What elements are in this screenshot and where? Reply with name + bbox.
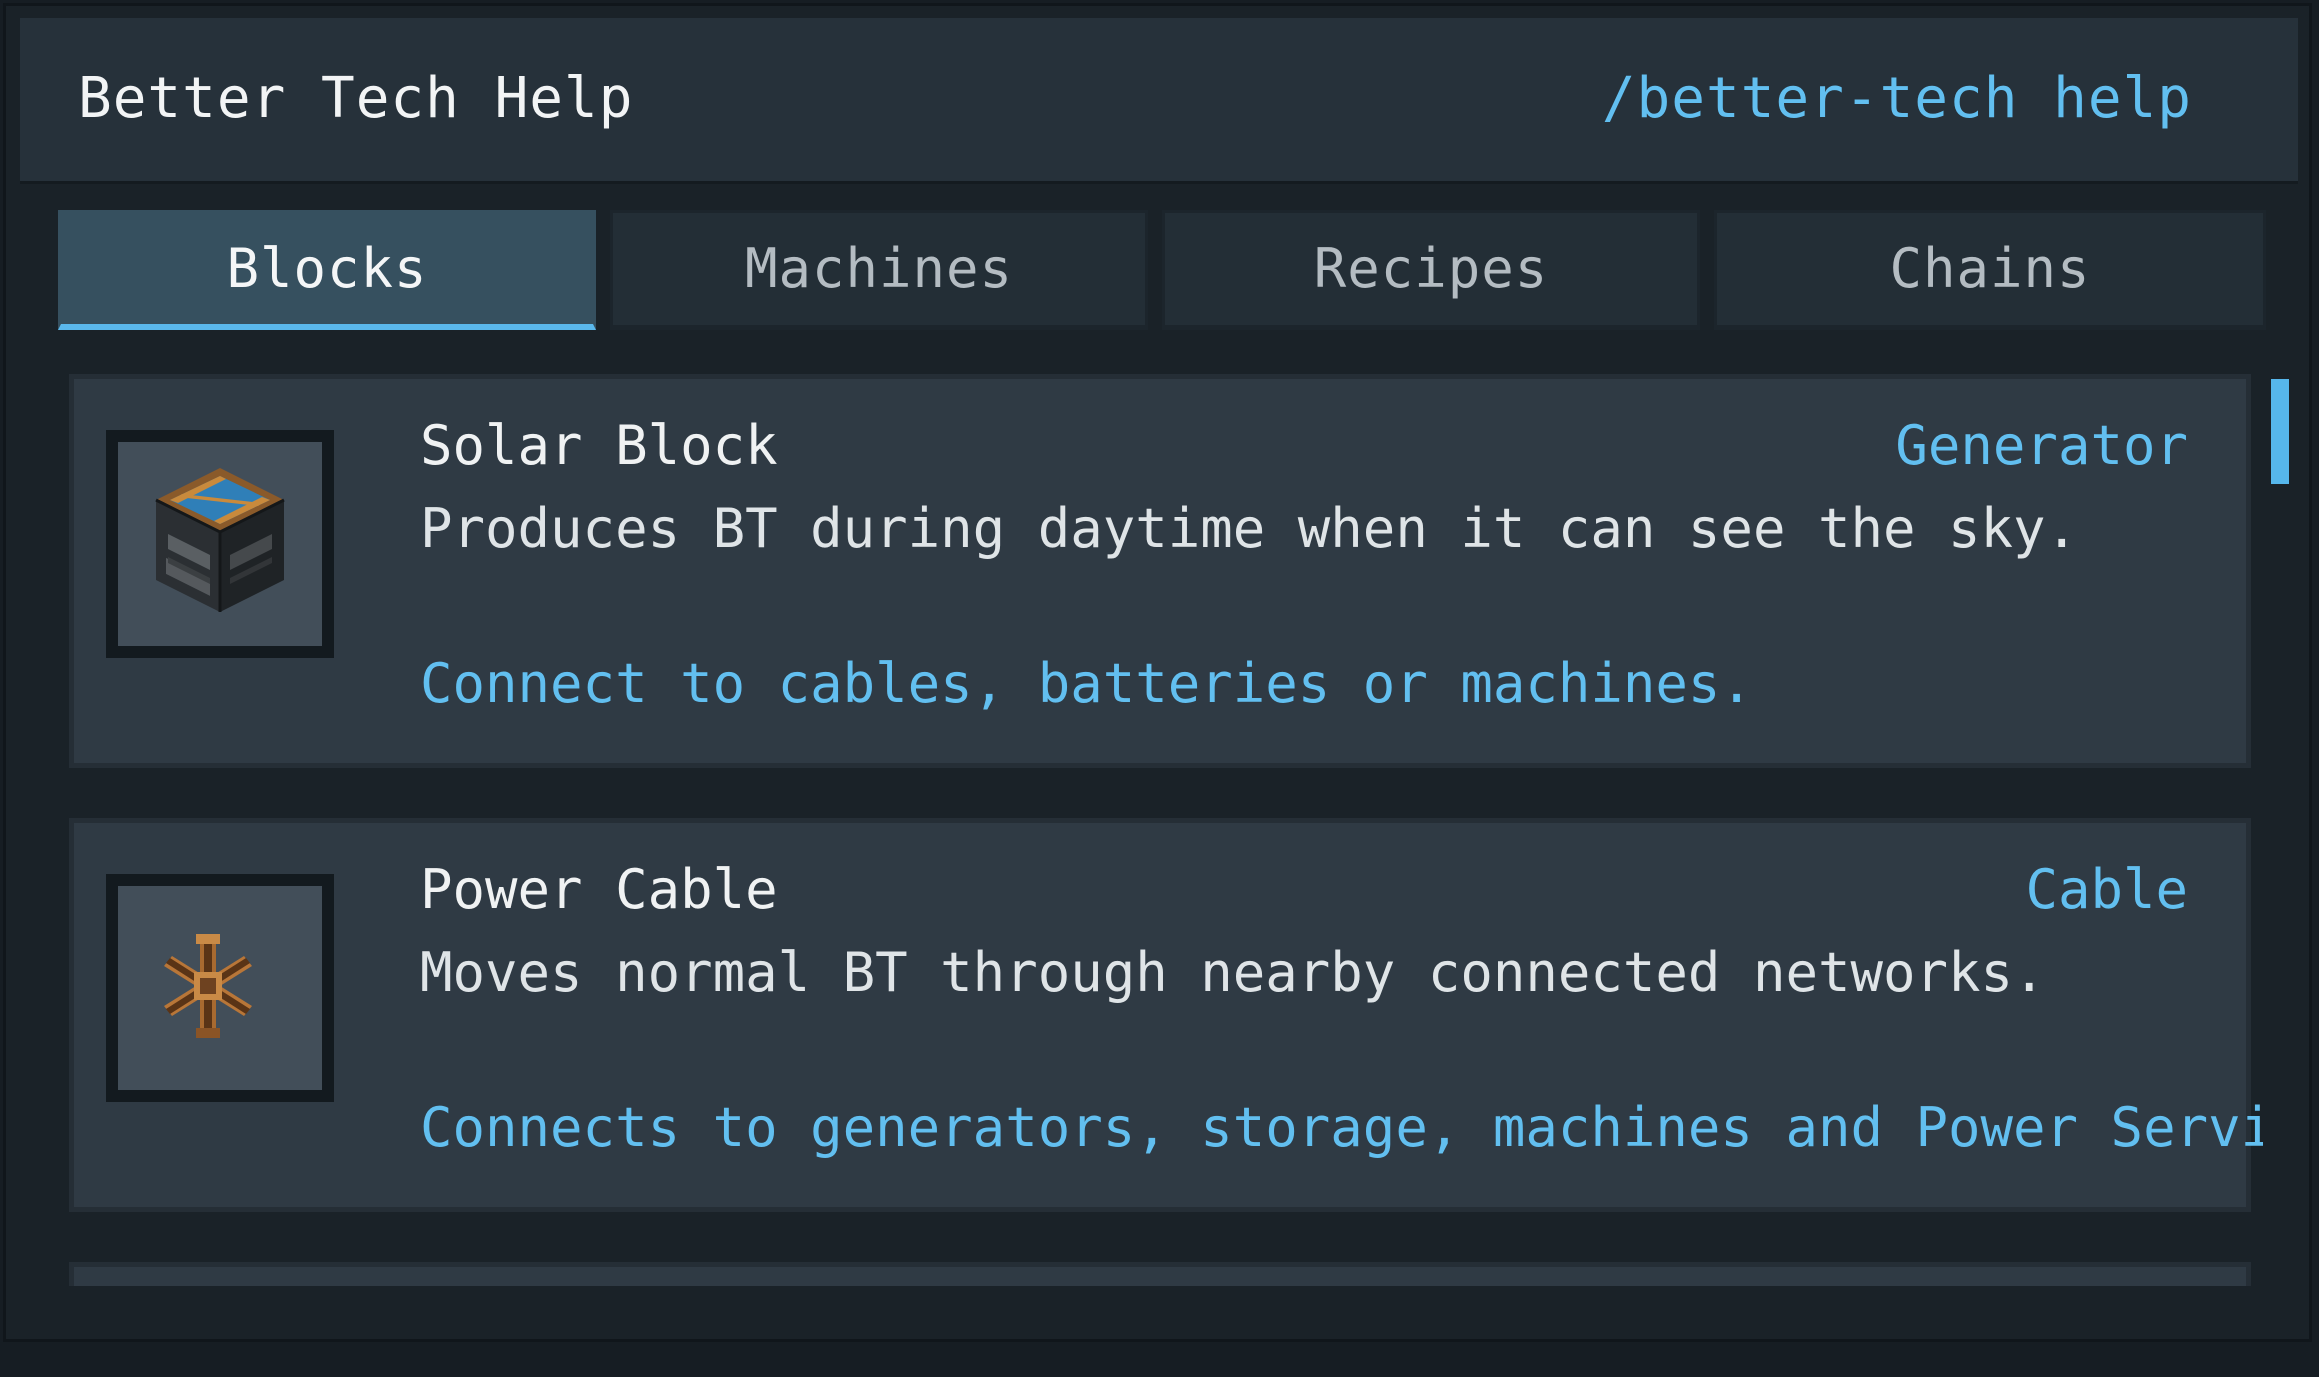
solar-block-icon [155,468,285,612]
block-name: Solar Block [420,414,778,477]
tab-blocks[interactable]: Blocks [58,210,596,330]
window-title: Better Tech Help [78,66,634,131]
command-hint: /better-tech help [1601,66,2192,131]
block-usage-note: Connects to generators, storage, machine… [420,1096,2263,1159]
header-bar: Better Tech Help /better-tech help [20,18,2298,184]
tab-recipes[interactable]: Recipes [1162,210,1700,330]
block-description: Produces BT during daytime when it can s… [420,497,2079,560]
block-card-solar[interactable]: Solar Block Generator Produces BT during… [69,374,2251,768]
tab-chains[interactable]: Chains [1714,210,2266,330]
block-type-badge: Cable [2025,858,2188,921]
block-usage-note: Connect to cables, batteries or machines… [420,652,1753,715]
tab-bar: Blocks Machines Recipes Chains [58,210,2266,330]
block-card-next[interactable] [69,1262,2251,1286]
item-slot [106,874,334,1102]
power-cable-icon [164,934,252,1038]
help-window: Better Tech Help /better-tech help Block… [3,3,2312,1342]
block-type-badge: Generator [1895,414,2188,477]
block-name: Power Cable [420,858,778,921]
tab-machines[interactable]: Machines [610,210,1148,330]
block-list[interactable]: Solar Block Generator Produces BT during… [66,374,2263,1286]
block-card-cable[interactable]: Power Cable Cable Moves normal BT throug… [69,818,2263,1212]
item-slot [106,430,334,658]
list-scrollbar[interactable] [2271,379,2289,484]
block-description: Moves normal BT through nearby connected… [420,941,2046,1004]
